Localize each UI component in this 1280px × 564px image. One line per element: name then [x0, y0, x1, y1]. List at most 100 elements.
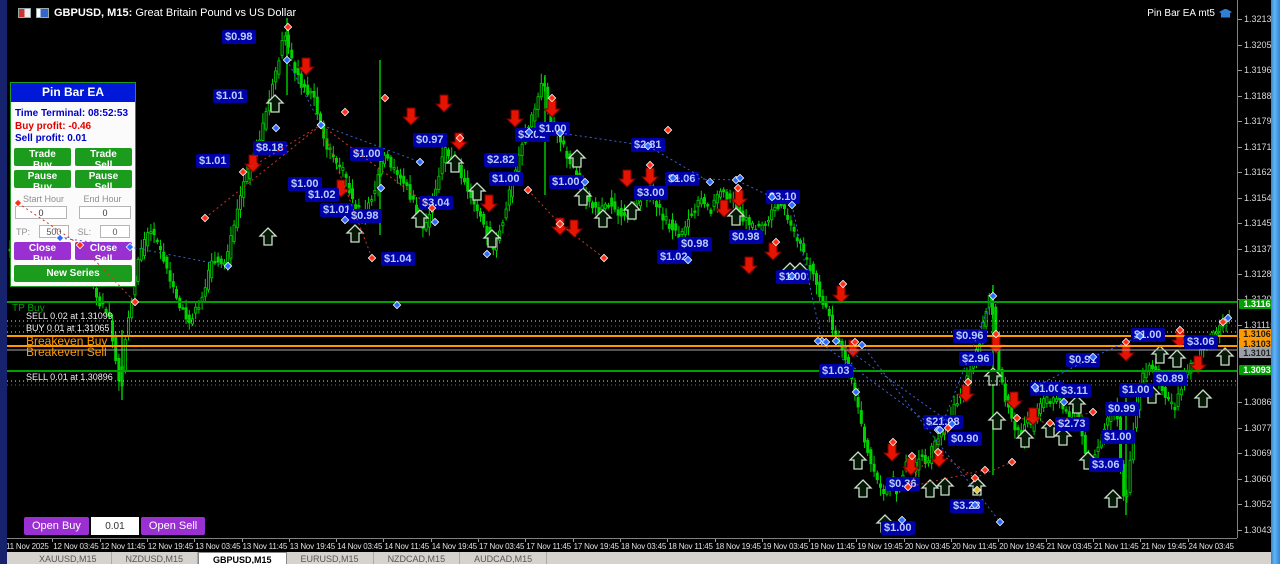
- profit-price-tag: $1.04: [381, 252, 415, 266]
- profit-price-tag: $1.00: [1101, 430, 1135, 444]
- price-tickmark: [1238, 19, 1242, 20]
- sell-arrow-icon: [449, 132, 469, 151]
- time-tick-label: 21 Nov 19:45: [1141, 542, 1187, 551]
- expert-advisor-icon: [1219, 8, 1232, 18]
- price-tickmark: [1238, 96, 1242, 97]
- sell-arrow-icon: [564, 219, 584, 238]
- trade-buy-button[interactable]: Trade Buy: [14, 148, 71, 171]
- price-tickmark: [1238, 504, 1242, 505]
- price-tickmark: [1238, 428, 1242, 429]
- order-line-label: Breakeven Sell: [26, 345, 107, 359]
- close-sell-button[interactable]: Close Sell: [75, 242, 132, 265]
- price-tickmark: [1238, 45, 1242, 46]
- time-tick-label: 13 Nov 03:45: [195, 542, 241, 551]
- profit-price-tag: $1.00: [536, 122, 570, 136]
- profit-price-tag: $1.00: [1119, 383, 1153, 397]
- symbol-icon: [18, 8, 31, 18]
- buy-arrow-icon: [935, 477, 955, 496]
- buy-arrow-icon: [987, 411, 1007, 430]
- time-tick-label: 20 Nov 03:45: [904, 542, 950, 551]
- buy-arrow-icon: [345, 224, 365, 243]
- profit-price-tag: $1.00: [350, 147, 384, 161]
- tp-input[interactable]: [38, 225, 69, 238]
- profit-price-tag: $1.03: [819, 364, 853, 378]
- panel-title: Pin Bar EA: [11, 83, 135, 102]
- buy-arrow-icon: [1067, 395, 1087, 414]
- buy-arrow-icon: [967, 477, 987, 496]
- sell-arrow-icon: [617, 169, 637, 188]
- profit-price-tag: $0.89: [1153, 372, 1187, 386]
- chart-tab-nzdusd[interactable]: NZDUSD,M15: [111, 552, 199, 564]
- profit-price-tag: $21.08: [923, 415, 963, 429]
- chart-tab-audcad[interactable]: AUDCAD,M15: [460, 552, 548, 564]
- sell-arrow-icon: [901, 457, 921, 476]
- sell-arrow-icon: [296, 57, 316, 76]
- profit-price-tag: $2.81: [631, 138, 665, 152]
- price-tickmark: [1238, 121, 1242, 122]
- profit-price-tag: $3.06: [1184, 335, 1218, 349]
- sell-arrow-icon: [505, 109, 525, 128]
- time-tick-label: 11 Nov 2025: [6, 542, 49, 551]
- time-tick-label: 12 Nov 03:45: [53, 542, 99, 551]
- chart-tab-nzdcad[interactable]: NZDCAD,M15: [373, 552, 461, 564]
- pin-bar-ea-panel: Pin Bar EA Time Terminal: 08:52:53 Buy p…: [10, 82, 136, 287]
- profit-price-tag: $0.36: [886, 477, 920, 491]
- time-tick-label: 19 Nov 11:45: [810, 542, 855, 551]
- profit-price-tag: $1.00: [776, 270, 810, 284]
- plot-area: [8, 18, 1235, 533]
- profit-price-tag: $0.98: [729, 230, 763, 244]
- manual-trade-bar: Open Buy Open Sell: [24, 517, 206, 535]
- buy-arrow-icon: [573, 187, 593, 206]
- chart-tab-xauusd[interactable]: XAUUSD,M15: [25, 552, 112, 564]
- sell-arrow-icon: [739, 256, 759, 275]
- pause-sell-button[interactable]: Pause Sell: [75, 170, 132, 193]
- pause-buy-button[interactable]: Pause Buy: [14, 170, 71, 193]
- profit-price-tag: $0.91: [1066, 353, 1100, 367]
- open-buy-button[interactable]: Open Buy: [24, 517, 89, 535]
- new-series-button[interactable]: New Series: [14, 265, 132, 282]
- end-hour-input[interactable]: [79, 206, 131, 219]
- chart-tab-eurusd[interactable]: EURUSD,M15: [286, 552, 374, 564]
- time-tick-label: 17 Nov 19:45: [573, 542, 619, 551]
- time-axis: 11 Nov 2025 12 Nov 03:45 12 Nov 11:45 12 No…: [0, 538, 1237, 552]
- close-buy-button[interactable]: Close Buy: [14, 242, 71, 265]
- profit-price-tag: $0.97: [413, 133, 447, 147]
- price-tickmark: [1238, 223, 1242, 224]
- chart-tab-gbpusd[interactable]: GBPUSD,M15: [198, 552, 287, 564]
- profit-price-tag: $1.00: [881, 521, 915, 535]
- time-tick-label: 18 Nov 03:45: [620, 542, 667, 551]
- buy-arrow-icon: [853, 479, 873, 498]
- sell-arrow-icon: [831, 285, 851, 304]
- chart-symbol: GBPUSD, M15:: [54, 7, 133, 19]
- buy-arrow-icon: [258, 227, 278, 246]
- profit-price-tag: $2.73: [1055, 417, 1089, 431]
- profit-price-tag: $3.23: [950, 499, 984, 513]
- price-tickmark: [1238, 479, 1242, 480]
- buy-arrow-icon: [567, 149, 587, 168]
- time-tick-label: 12 Nov 11:45: [100, 542, 146, 551]
- time-tick-label: 18 Nov 19:45: [715, 542, 761, 551]
- start-hour-input[interactable]: [15, 206, 67, 219]
- window-scrollbar[interactable]: [1271, 0, 1280, 564]
- start-hour-label: Start Hour: [22, 194, 64, 204]
- sell-arrow-icon: [763, 242, 783, 261]
- chart-title: GBPUSD, M15: Great Britain Pound vs US D…: [18, 7, 296, 19]
- trade-sell-button[interactable]: Trade Sell: [75, 148, 132, 171]
- sell-arrow-icon: [843, 339, 863, 358]
- open-sell-button[interactable]: Open Sell: [140, 517, 206, 535]
- profit-price-tag: $2.82: [484, 153, 518, 167]
- candlestick-chart: [7, 18, 1237, 533]
- buy-profit-label: Buy profit: -0.46: [15, 121, 92, 132]
- order-line-label: SELL 0.02 at 1.31099: [26, 311, 113, 321]
- lot-size-input[interactable]: [90, 517, 139, 535]
- profit-price-tag: $3.11: [1058, 384, 1091, 398]
- time-tick-label: 14 Nov 11:45: [384, 542, 429, 551]
- time-tick-label: 12 Nov 19:45: [147, 542, 194, 551]
- sell-arrow-icon: [929, 449, 949, 468]
- buy-arrow-icon: [1103, 489, 1123, 508]
- chart-description: Great Britain Pound vs US Dollar: [135, 7, 297, 19]
- profit-price-tag: $1.01: [196, 154, 230, 168]
- sl-input[interactable]: [99, 225, 130, 238]
- time-tick-label: 14 Nov 03:45: [337, 542, 383, 551]
- sell-arrow-icon: [882, 443, 902, 462]
